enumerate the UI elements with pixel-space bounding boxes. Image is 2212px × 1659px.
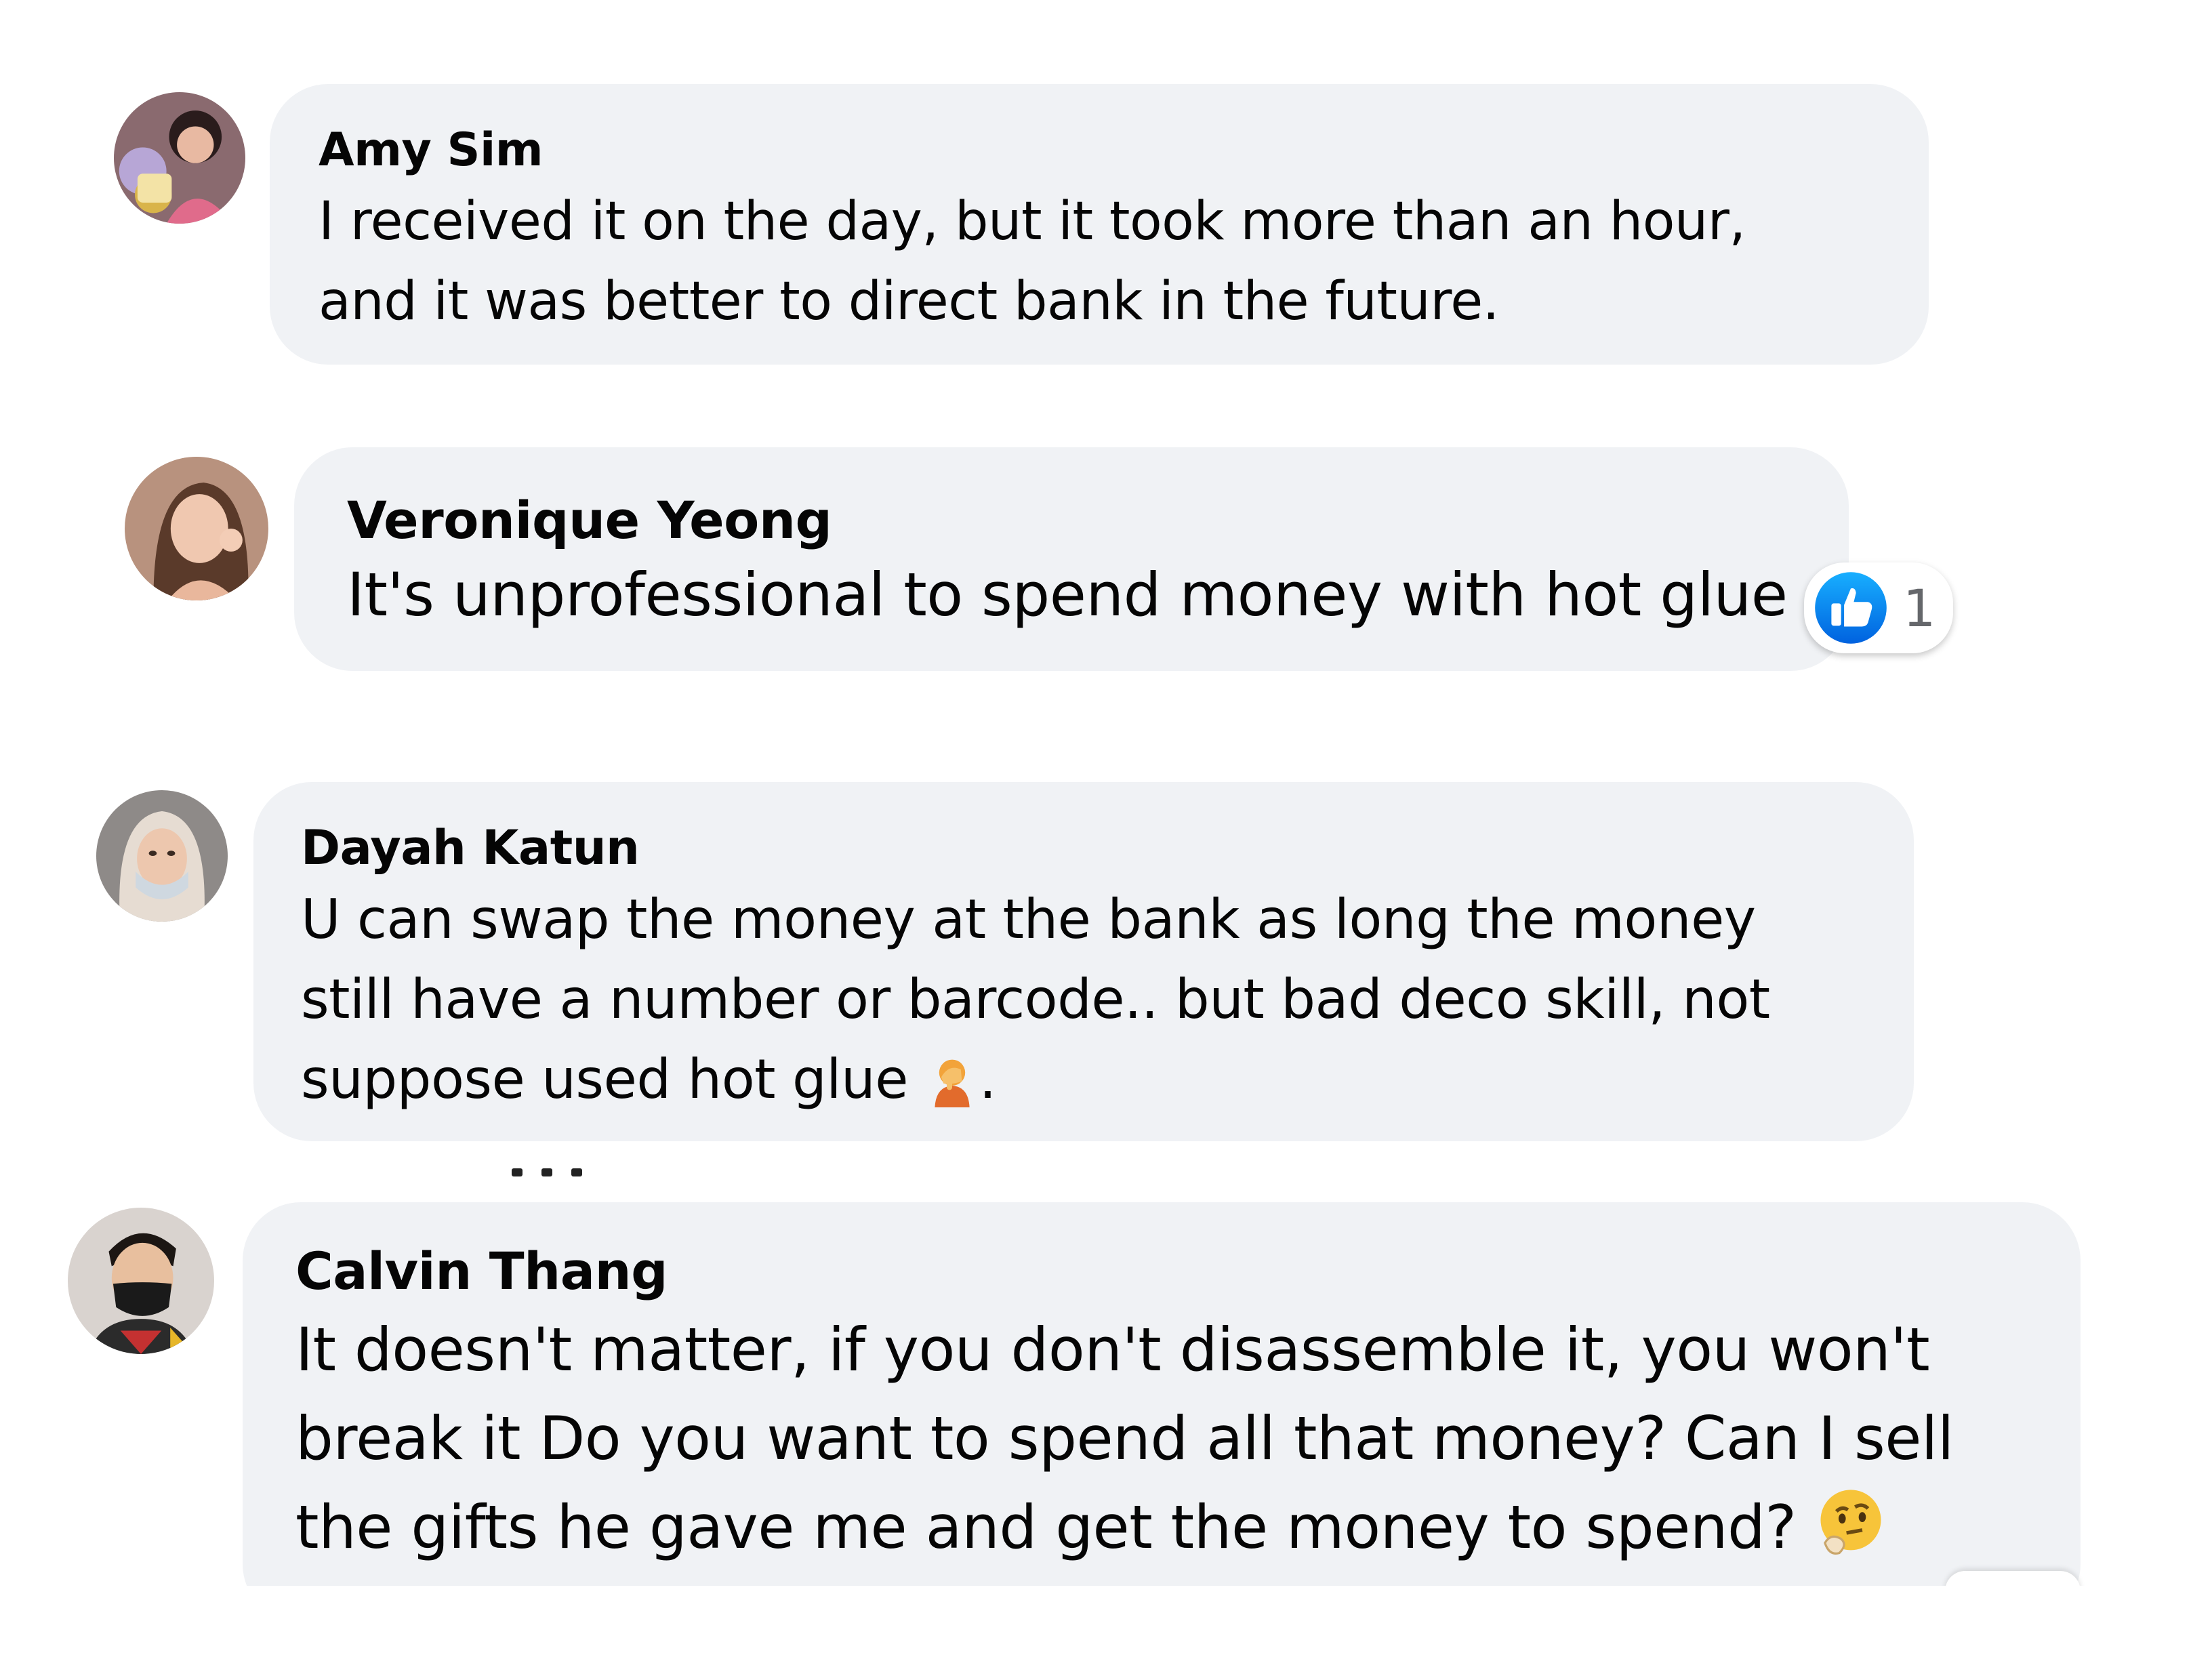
comment-author[interactable]: Calvin Thang <box>295 1237 2081 1305</box>
thinking-face-emoji <box>1815 1486 1887 1557</box>
comment-text: It doesn't matter, if you don't disassem… <box>295 1305 2081 1572</box>
comment-bubble: Amy Sim I received it on the day, but it… <box>270 84 1929 365</box>
thumbs-up-icon <box>1815 572 1887 644</box>
comment-bubble: Veronique Yeong It's unprofessional to s… <box>294 447 1849 671</box>
reaction-badge[interactable]: 1 <box>1804 562 1953 653</box>
ellipsis-fragment <box>505 1166 586 1179</box>
avatar[interactable] <box>125 457 268 600</box>
facepalm-emoji <box>925 1053 979 1107</box>
avatar-photo-icon <box>68 1208 214 1354</box>
comment-text-body: It doesn't matter, if you don't disassem… <box>295 1315 1954 1562</box>
comment-text: U can swap the money at the bank as long… <box>301 880 1914 1120</box>
avatar-photo-icon <box>114 92 245 224</box>
comment-text-body: U can swap the money at the bank as long… <box>301 888 1770 1111</box>
avatar[interactable] <box>68 1208 214 1354</box>
comment-author[interactable]: Dayah Katun <box>301 816 1914 880</box>
comment-text: I received it on the day, but it took mo… <box>319 191 1746 332</box>
avatar-photo-icon <box>125 457 268 600</box>
viewport-cutoff <box>0 1586 2212 1659</box>
avatar[interactable] <box>96 790 228 922</box>
facepalm-icon <box>935 1059 970 1107</box>
comment-bubble: Dayah Katun U can swap the money at the … <box>253 782 1914 1141</box>
avatar[interactable] <box>114 92 245 224</box>
avatar-photo-icon <box>96 790 228 922</box>
comment-text-trailing: . <box>979 1048 996 1111</box>
comment-author[interactable]: Veronique Yeong <box>347 487 1849 554</box>
comment-text: It's unprofessional to spend money with … <box>347 560 1788 630</box>
thinking-face-icon <box>1820 1490 1881 1555</box>
comment-author[interactable]: Amy Sim <box>319 119 1929 182</box>
reaction-count: 1 <box>1903 577 1936 638</box>
comment-bubble: Calvin Thang It doesn't matter, if you d… <box>243 1202 2081 1622</box>
